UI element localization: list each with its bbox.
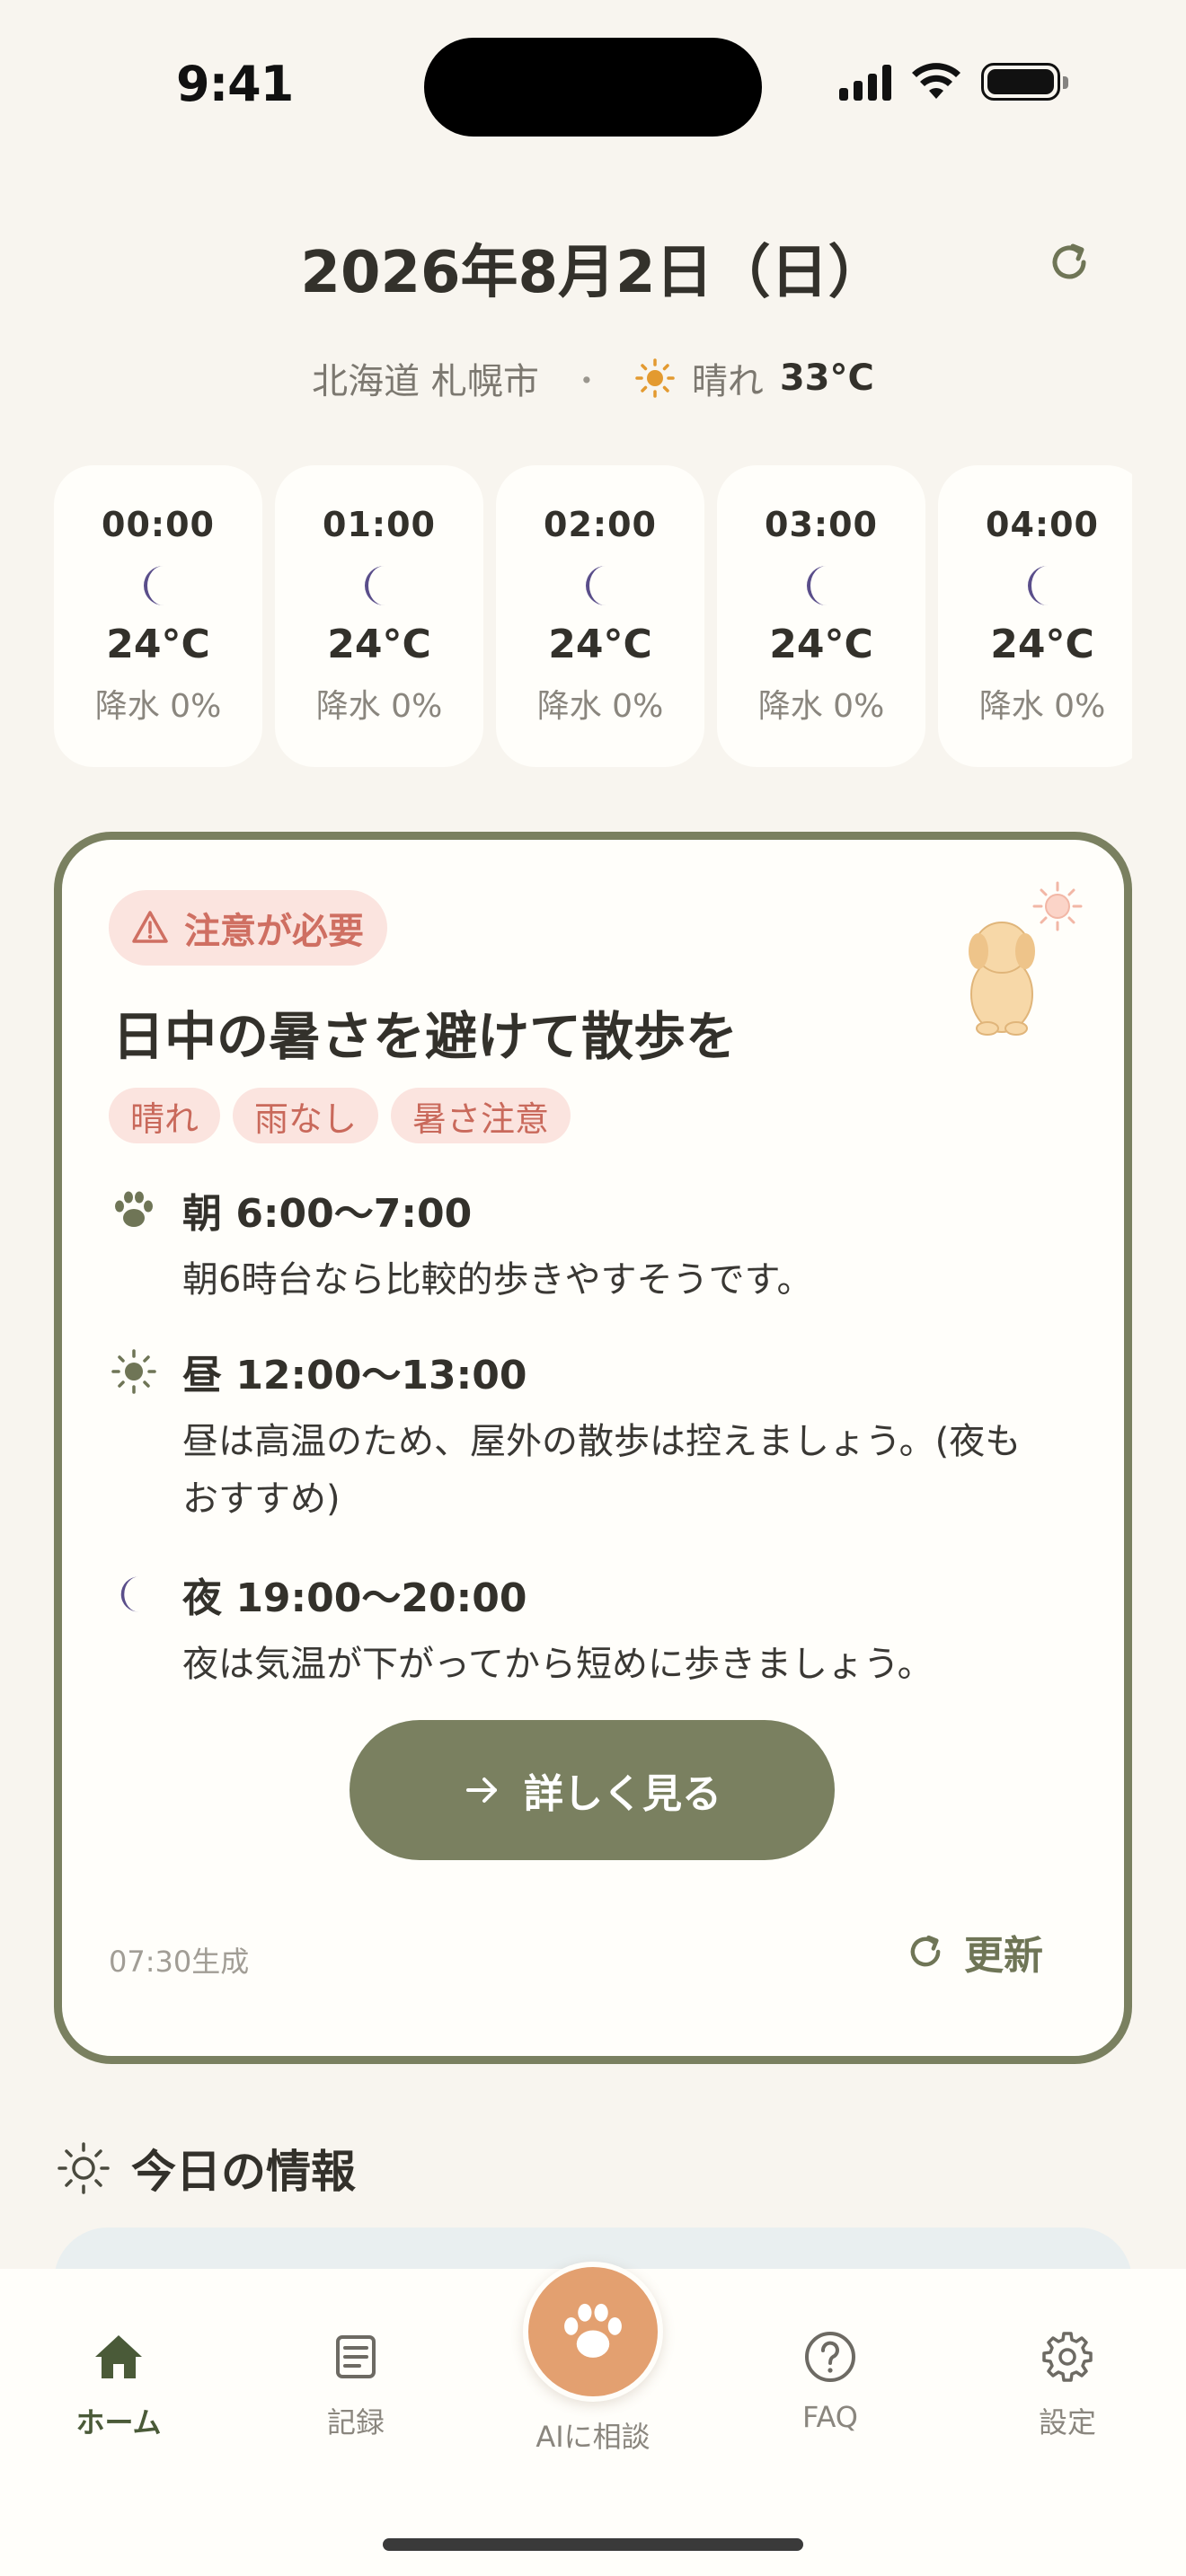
moon-icon	[575, 560, 625, 611]
hour-precipitation: 降水 0%	[315, 688, 443, 725]
refresh-icon	[1052, 243, 1086, 279]
slot-description: 昼は高温のため、屋外の散歩は控えましょう。(夜もおすすめ)	[182, 1421, 1022, 1520]
sun-icon	[635, 358, 675, 398]
home-indicator	[383, 2538, 803, 2551]
hour-card: 03:00 24°C 降水 0%	[717, 465, 925, 767]
paw-icon	[564, 2303, 622, 2358]
nav-home[interactable]: ホーム	[38, 2328, 199, 2441]
hourly-forecast[interactable]: 00:00 24°C 降水 0% 01:00 24°C 降水 0% 02:00 …	[54, 465, 1132, 767]
today-info-header: 今日の情報	[56, 2136, 356, 2201]
nav-settings[interactable]: 設定	[987, 2328, 1148, 2441]
today-info-title: 今日の情報	[131, 2146, 356, 2198]
page-title: 2026年8月2日（日）	[300, 240, 886, 306]
hour-time: 04:00	[986, 505, 1099, 544]
slot-time: 夜 19:00〜20:00	[182, 1575, 527, 1621]
ai-consult-button[interactable]	[523, 2262, 663, 2402]
nav-records[interactable]: 記録	[275, 2328, 437, 2441]
dog-illustration-icon	[969, 881, 1083, 1036]
moon-icon	[109, 1569, 159, 1619]
ai-consult-label: AIに相談	[535, 2420, 651, 2454]
hour-precipitation: 降水 0%	[536, 688, 664, 725]
warning-icon	[132, 911, 168, 943]
nav-settings-label: 設定	[1038, 2405, 1096, 2439]
arrow-right-icon	[466, 1778, 497, 1803]
view-details-label: 詳しく見る	[524, 1771, 721, 1817]
condition-tags: 晴れ 雨なし 暑さ注意	[109, 1088, 571, 1143]
hour-time: 01:00	[323, 505, 436, 544]
view-details-button[interactable]: 詳しく見る	[350, 1720, 835, 1860]
hour-precipitation: 降水 0%	[757, 688, 885, 725]
question-icon	[801, 2328, 859, 2386]
battery-icon	[981, 63, 1068, 101]
current-temperature: 33°C	[779, 357, 874, 399]
update-button[interactable]: 更新	[905, 1923, 1043, 1981]
status-bar: 9:41	[0, 0, 1186, 171]
home-icon	[90, 2328, 147, 2386]
hour-card: 01:00 24°C 降水 0%	[275, 465, 483, 767]
hour-temperature: 24°C	[548, 622, 652, 667]
paw-icon	[109, 1185, 159, 1235]
caution-badge-label: 注意が必要	[184, 911, 364, 952]
nav-faq-label: FAQ	[802, 2400, 858, 2434]
records-icon	[327, 2328, 385, 2386]
dynamic-island	[424, 38, 762, 137]
hour-temperature: 24°C	[106, 622, 210, 667]
bottom-navigation: ホーム 記録 AIに相談 FAQ 設定	[0, 2262, 1186, 2576]
slot-description: 朝6時台なら比較的歩きやすそうです。	[182, 1259, 813, 1301]
wifi-icon	[912, 63, 960, 99]
update-label: 更新	[964, 1933, 1043, 1979]
status-time: 9:41	[176, 56, 294, 112]
moon-icon	[133, 560, 183, 611]
sun-icon	[109, 1346, 159, 1397]
tag: 晴れ	[109, 1088, 221, 1143]
nav-home-label: ホーム	[75, 2405, 162, 2439]
slot-time: 昼 12:00〜13:00	[182, 1353, 527, 1398]
refresh-button[interactable]	[1044, 237, 1094, 287]
advice-title: 日中の暑さを避けて散歩を	[112, 1006, 739, 1067]
hour-temperature: 24°C	[327, 622, 431, 667]
status-icons	[839, 63, 1068, 101]
gear-icon	[1039, 2328, 1096, 2386]
hour-time: 03:00	[765, 505, 878, 544]
tag: 雨なし	[233, 1088, 379, 1143]
hour-temperature: 24°C	[769, 622, 873, 667]
location-label: 北海道 札幌市	[312, 361, 539, 402]
hour-card: 00:00 24°C 降水 0%	[54, 465, 262, 767]
moon-icon	[1017, 560, 1067, 611]
generated-time: 07:30生成	[109, 1945, 250, 1979]
hour-temperature: 24°C	[990, 622, 1094, 667]
slot-time: 朝 6:00〜7:00	[182, 1191, 473, 1237]
moon-icon	[796, 560, 846, 611]
moon-icon	[354, 560, 404, 611]
hour-precipitation: 降水 0%	[94, 688, 222, 725]
slot-description: 夜は気温が下がってから短めに歩きましょう。	[182, 1644, 934, 1685]
caution-badge: 注意が必要	[109, 890, 387, 966]
refresh-icon	[910, 1935, 941, 1967]
separator-dot: ・	[571, 363, 602, 400]
weather-label: 晴れ	[691, 361, 764, 402]
sun-outline-icon	[58, 2142, 110, 2194]
hour-card: 04:00 24°C 降水 0%	[938, 465, 1132, 767]
hour-precipitation: 降水 0%	[978, 688, 1106, 725]
hour-time: 02:00	[544, 505, 657, 544]
nav-records-label: 記録	[326, 2405, 385, 2439]
nav-faq[interactable]: FAQ	[749, 2328, 911, 2434]
hour-time: 00:00	[102, 505, 215, 544]
walk-advice-card: 注意が必要 日中の暑さを避けて散歩を 晴れ 雨なし 暑さ注意 朝 6:00〜7:…	[54, 832, 1132, 2064]
cellular-signal-icon	[839, 63, 891, 101]
tag: 暑さ注意	[391, 1088, 571, 1143]
hour-card: 02:00 24°C 降水 0%	[496, 465, 704, 767]
location-weather-row: 北海道 札幌市 ・ 晴れ 33°C	[0, 352, 1186, 404]
